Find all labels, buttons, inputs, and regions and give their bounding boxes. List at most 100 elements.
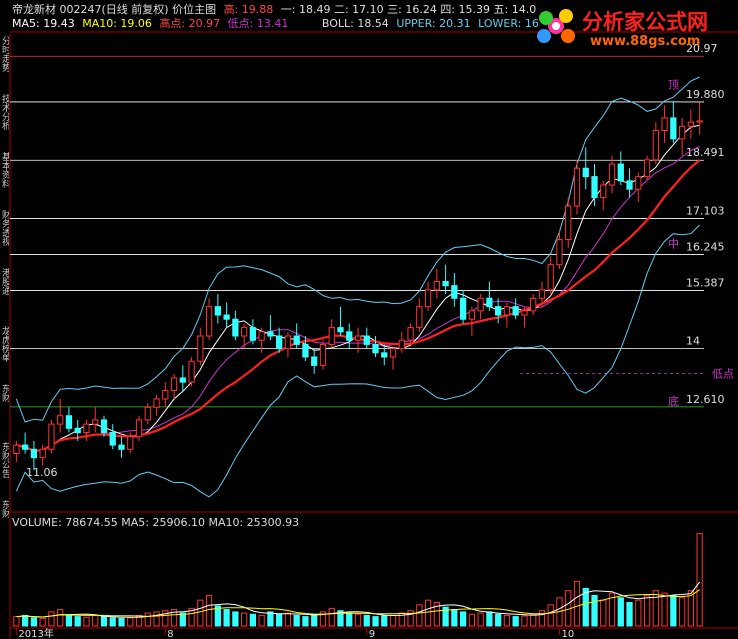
candle-body — [319, 343, 327, 366]
volume-bar — [258, 614, 265, 627]
volume-bar — [635, 599, 642, 627]
volume-bar — [57, 609, 64, 627]
candle-body — [678, 125, 686, 140]
volume-bar — [276, 613, 283, 627]
candle-body — [109, 431, 116, 446]
volume-bar — [249, 613, 257, 627]
chart-header-row2: MA5: 19.43 MA10: 19.06 高点: 20.97 低点: 13.… — [12, 15, 539, 31]
ma5-line — [16, 124, 700, 452]
candle-body — [547, 264, 554, 291]
volume-bar — [661, 592, 668, 627]
volume-bar — [547, 604, 554, 627]
x-tick-label-3: 10 — [561, 629, 574, 639]
annotation-2: 底 — [668, 394, 679, 408]
volume-bar — [223, 609, 230, 627]
candle-body — [144, 406, 151, 421]
side-tab-6[interactable]: 东财 — [0, 384, 9, 438]
candle-body — [100, 419, 108, 433]
candle-body — [328, 327, 335, 345]
volume-bar — [459, 611, 467, 627]
level-label-5: 15.387 — [686, 276, 725, 289]
volume-bar — [670, 594, 677, 627]
volume-bar — [538, 610, 546, 627]
boll-upper-line — [15, 76, 700, 423]
side-tab-7[interactable]: 东财公告 — [0, 442, 9, 496]
candle-body — [451, 285, 458, 299]
chart-canvas: 20.9719.88018.49117.10316.24515.3871412.… — [9, 31, 738, 639]
volume-bar — [678, 597, 686, 627]
volume-bar — [696, 533, 703, 627]
candle-body — [635, 176, 642, 190]
volume-bar — [521, 615, 528, 627]
candle-body — [521, 310, 528, 316]
candle-body — [486, 297, 493, 308]
volume-bar — [512, 616, 519, 627]
candle-body — [13, 444, 20, 454]
candle-body — [240, 327, 248, 337]
candle-body — [30, 448, 38, 459]
candle-body — [214, 306, 221, 316]
side-tab-2[interactable]: 基本资料 — [0, 152, 9, 206]
volume-bar — [127, 617, 134, 627]
candle-body — [582, 167, 589, 178]
volume-bar — [416, 604, 423, 627]
volume-bar — [118, 617, 125, 627]
candle-body — [118, 444, 125, 450]
candle-body — [477, 297, 484, 312]
candle-body — [267, 331, 274, 337]
candle-body — [591, 176, 598, 199]
candle-body — [311, 356, 318, 366]
volume-bar — [346, 612, 353, 627]
candle-body — [302, 343, 309, 358]
candle-body — [503, 306, 511, 316]
candle-body — [127, 436, 134, 450]
x-tick-label-1: 8 — [167, 629, 173, 639]
side-tab-8[interactable]: 东财 — [0, 500, 9, 554]
volume-bar — [109, 617, 116, 627]
candle-body — [354, 335, 362, 341]
candle-body — [197, 335, 204, 362]
candle-body — [57, 415, 64, 425]
volume-bar — [354, 613, 362, 627]
side-tab-3[interactable]: 财务透视 — [0, 210, 9, 264]
ma10-readout: MA10: 19.06 — [82, 17, 152, 30]
volume-readout: VOLUME: 78674.55 MA5: 25906.10 MA10: 253… — [12, 516, 300, 529]
level-label-2: 18.491 — [686, 146, 725, 159]
candle-body — [232, 318, 239, 337]
volume-bar — [22, 614, 29, 627]
candle-body — [22, 444, 29, 450]
candle-body — [284, 335, 292, 350]
candle-body — [687, 121, 694, 127]
candle-body — [643, 159, 651, 178]
volume-bar — [328, 607, 335, 627]
volume-bar — [311, 614, 318, 627]
lower-readout: LOWER: 16 — [478, 17, 539, 30]
ma5-readout: MA5: 19.43 — [12, 17, 75, 30]
boll-lower-line — [15, 224, 700, 498]
volume-bar — [13, 616, 20, 627]
volume-bar — [600, 599, 607, 627]
volume-bar — [424, 599, 432, 627]
annotation-3: 低点 — [712, 367, 734, 380]
volume-bar — [240, 612, 248, 627]
candle-body — [92, 419, 99, 425]
side-tab-0[interactable]: 分时走势 — [0, 36, 9, 90]
side-tab-4[interactable]: 港股通 — [0, 268, 9, 322]
candle-body — [293, 335, 300, 345]
candle-body — [135, 419, 143, 438]
candle-body — [363, 335, 370, 345]
side-tab-5[interactable]: 龙虎榜单 — [0, 326, 9, 380]
level-label-6: 14 — [686, 335, 700, 348]
candle-body — [249, 327, 257, 341]
x-tick-label-0: 2013年 — [18, 627, 53, 639]
volume-bar — [626, 602, 633, 627]
candle-body — [608, 163, 616, 186]
level-label-1: 19.880 — [686, 88, 725, 101]
side-tab-1[interactable]: 技术分析 — [0, 94, 9, 148]
candle-body — [153, 398, 160, 408]
volume-bar — [468, 613, 476, 627]
volume-bar — [652, 590, 659, 627]
candle-body — [424, 289, 432, 308]
level-label-7: 12.610 — [686, 393, 725, 406]
candle-body — [468, 310, 476, 320]
